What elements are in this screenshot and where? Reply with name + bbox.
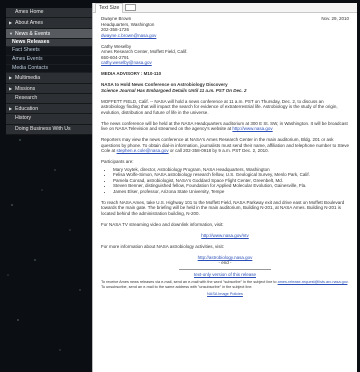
nav-sub-label: Ames Events xyxy=(12,56,43,63)
nav-sub-label: Fact Sheets xyxy=(12,47,40,54)
tab-text-size[interactable]: Text Size xyxy=(95,3,124,13)
nav-item-research[interactable]: Research xyxy=(6,93,92,105)
nav-item-multimedia[interactable]: ▶ Multimedia xyxy=(6,73,92,84)
paragraph-text: The news conference will be held at the … xyxy=(101,120,348,132)
nav-item-history[interactable]: History xyxy=(6,114,92,125)
contact-email-link[interactable]: dwayne.c.brown@nasa.gov xyxy=(101,33,156,39)
nasa-tv-link[interactable]: http://www.nasa.gov/ntv xyxy=(201,233,249,238)
steve-cole-email-link[interactable]: stephen.e.cole@nasa.gov xyxy=(117,148,169,153)
release-date: Nov. 29, 2010 xyxy=(321,16,349,21)
nav-sub-fact-sheets[interactable]: Fact Sheets xyxy=(6,47,92,57)
text-only-link[interactable]: text-only version of this release xyxy=(194,272,256,277)
footer-text: To receive Ames news releases via e-mail… xyxy=(101,280,277,284)
nav-item-label: News & Events xyxy=(15,30,51,37)
nav-item-label: Education xyxy=(15,106,39,113)
release-body: Dwayne Brown Headquarters, Washington 20… xyxy=(93,13,357,297)
subscribe-email-link[interactable]: ames-release-request@lists.arc.nasa.gov xyxy=(278,280,348,284)
nav-item-label: History xyxy=(15,115,32,122)
paragraph: To reach NASA Ames, take U.S. Highway 10… xyxy=(101,199,345,216)
paragraph: For NASA TV streaming video and downlink… xyxy=(101,221,224,227)
text-size-toggle[interactable] xyxy=(124,4,136,12)
nav-item-label: Missions xyxy=(15,85,36,92)
nav-item-education[interactable]: ▶ Education xyxy=(6,104,92,115)
paragraph: MOFFETT FIELD, Calif. -- NASA will hold … xyxy=(101,98,338,115)
subheadline: Science Journal Has Embargoed Details Un… xyxy=(101,87,247,93)
link-row: http://www.nasa.gov/ntv xyxy=(101,233,349,239)
nav-sub-label: Media Contacts xyxy=(12,64,49,71)
list-item: James Elser, professor, Arizona State Un… xyxy=(113,189,349,195)
nav-item-ames-home[interactable]: Ames Home xyxy=(6,8,92,19)
nav-sub-media-contacts[interactable]: Media Contacts xyxy=(6,64,92,74)
tab-label: Text Size xyxy=(99,5,120,11)
end-marker: - end - xyxy=(218,260,232,265)
nav-item-label: Doing Business With Us xyxy=(15,125,71,132)
subscribe-note: To receive Ames news releases via e-mail… xyxy=(101,280,349,289)
news-release-panel: Text Size Dwayne Brown Headquarters, Was… xyxy=(92,3,357,372)
left-navigation: Ames Home ▶ About Ames ▼ News & Events New… xyxy=(6,8,92,136)
advisory-number: MEDIA ADVISORY : M10-110 xyxy=(101,71,162,76)
paragraph: The news conference will be held at the … xyxy=(101,121,349,132)
divider xyxy=(179,268,271,270)
astrobiology-link[interactable]: http://astrobiology.nasa.gov xyxy=(198,255,253,260)
contact-hq: Dwayne Brown Headquarters, Washington 20… xyxy=(101,16,156,38)
contact-row: Dwayne Brown Headquarters, Washington 20… xyxy=(101,16,349,38)
nav-item-label: Research xyxy=(15,94,38,101)
nav-item-label: Multimedia xyxy=(15,75,41,82)
paragraph: Reporters may view the news conference a… xyxy=(101,137,349,154)
nasa-gov-link[interactable]: http://www.nasa.gov xyxy=(232,126,272,131)
nav-item-label: About Ames xyxy=(15,20,43,27)
participants-label: Participants are: xyxy=(101,159,134,164)
nav-sub-label: News Releases xyxy=(12,38,50,45)
nav-sub-news-releases[interactable]: News Releases xyxy=(6,38,92,48)
image-policies-link[interactable]: NASA Image Policies xyxy=(207,292,243,296)
nav-item-doing-business[interactable]: Doing Business With Us xyxy=(6,124,92,136)
nav-item-about-ames[interactable]: ▶ About Ames xyxy=(6,18,92,29)
paragraph: For more information about NASA astrobio… xyxy=(101,243,225,249)
link-row: text-only version of this release xyxy=(101,272,349,278)
contact-ames: Cathy Weselby Ames Research Center, Moff… xyxy=(101,44,349,66)
nav-sub-ames-events[interactable]: Ames Events xyxy=(6,56,92,65)
link-row: NASA Image Policies xyxy=(101,292,349,297)
nav-item-label: Ames Home xyxy=(15,9,44,15)
view-tabs: Text Size xyxy=(93,3,357,13)
nav-item-news-events[interactable]: ▼ News & Events xyxy=(6,28,92,39)
paragraph-text: or call 202-358-0918 by 9 a.m. PST Dec. … xyxy=(169,148,269,153)
contact-email-link[interactable]: cathy.weselby@nasa.gov xyxy=(101,60,349,66)
nav-item-missions[interactable]: ▶ Missions xyxy=(6,83,92,94)
participants-list: Mary Voytek, director, Astrobiology Prog… xyxy=(101,167,349,195)
